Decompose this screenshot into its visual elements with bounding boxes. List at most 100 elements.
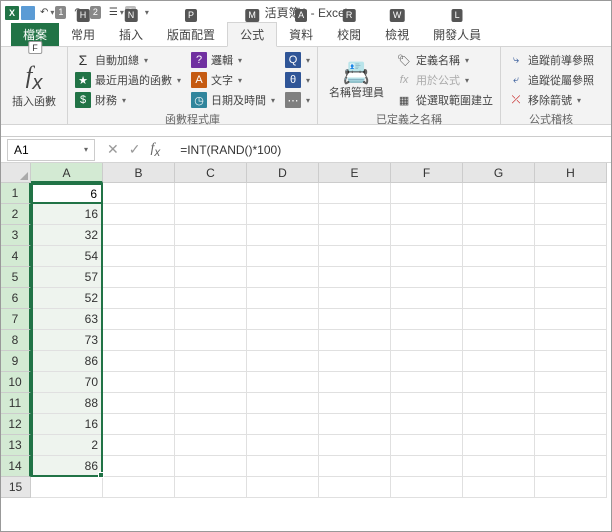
select-all-corner[interactable] xyxy=(1,163,31,183)
cell[interactable]: 88 xyxy=(31,393,103,414)
cell[interactable] xyxy=(247,204,319,225)
cell[interactable] xyxy=(319,204,391,225)
cell[interactable]: 86 xyxy=(31,456,103,477)
cell[interactable] xyxy=(463,330,535,351)
cell[interactable] xyxy=(175,330,247,351)
cell[interactable]: 16 xyxy=(31,414,103,435)
row-header-15[interactable]: 15 xyxy=(1,477,31,498)
cell[interactable] xyxy=(175,183,247,204)
cell[interactable] xyxy=(535,267,607,288)
cell[interactable] xyxy=(175,435,247,456)
cell[interactable] xyxy=(391,183,463,204)
row-header-10[interactable]: 10 xyxy=(1,372,31,393)
recent-functions-button[interactable]: ★最近用過的函數▾ xyxy=(73,70,183,90)
cell[interactable] xyxy=(247,330,319,351)
fx-icon[interactable]: fx xyxy=(150,141,166,159)
row-header-7[interactable]: 7 xyxy=(1,309,31,330)
cell[interactable] xyxy=(247,267,319,288)
define-name-button[interactable]: 🏷定義名稱▾ xyxy=(394,50,495,70)
cell[interactable] xyxy=(31,183,103,204)
row-header-4[interactable]: 4 xyxy=(1,246,31,267)
row-header-5[interactable]: 5 xyxy=(1,267,31,288)
cell[interactable] xyxy=(175,477,247,498)
cell[interactable] xyxy=(175,372,247,393)
row-header-8[interactable]: 8 xyxy=(1,330,31,351)
cell[interactable] xyxy=(391,414,463,435)
cell[interactable] xyxy=(247,183,319,204)
cell[interactable] xyxy=(319,372,391,393)
cell[interactable]: 32 xyxy=(31,225,103,246)
logical-button[interactable]: ?邏輯▾ xyxy=(189,50,277,70)
cell[interactable] xyxy=(175,456,247,477)
cell[interactable] xyxy=(319,435,391,456)
cell[interactable]: 52 xyxy=(31,288,103,309)
cell[interactable] xyxy=(319,456,391,477)
cell[interactable] xyxy=(535,351,607,372)
tab-data[interactable]: 資料A xyxy=(277,23,325,46)
tab-review[interactable]: 校閱R xyxy=(325,23,373,46)
cell[interactable]: 16 xyxy=(31,204,103,225)
cell[interactable] xyxy=(103,330,175,351)
cell[interactable]: 2 xyxy=(31,435,103,456)
cell[interactable]: 86 xyxy=(31,351,103,372)
tab-insert[interactable]: 插入N xyxy=(107,23,155,46)
cell[interactable] xyxy=(247,414,319,435)
formula-input[interactable]: =INT(RAND()*100) xyxy=(174,143,611,157)
cell[interactable] xyxy=(319,183,391,204)
cell[interactable] xyxy=(391,246,463,267)
name-manager-button[interactable]: 📇 名稱管理員 xyxy=(323,50,390,110)
enter-icon[interactable]: ✓ xyxy=(129,141,141,158)
cell[interactable] xyxy=(319,246,391,267)
cell[interactable] xyxy=(391,393,463,414)
col-header-E[interactable]: E xyxy=(319,163,391,183)
col-header-H[interactable]: H xyxy=(535,163,607,183)
cell[interactable] xyxy=(391,225,463,246)
col-header-F[interactable]: F xyxy=(391,163,463,183)
cell[interactable] xyxy=(175,267,247,288)
save-icon[interactable] xyxy=(21,6,35,20)
tab-formulas[interactable]: 公式M xyxy=(227,22,277,47)
cell[interactable]: 57 xyxy=(31,267,103,288)
cell[interactable] xyxy=(463,372,535,393)
row-header-11[interactable]: 11 xyxy=(1,393,31,414)
row-header-2[interactable]: 2 xyxy=(1,204,31,225)
cell[interactable] xyxy=(535,246,607,267)
cell[interactable] xyxy=(391,267,463,288)
cell[interactable] xyxy=(391,309,463,330)
cell[interactable] xyxy=(391,435,463,456)
cell[interactable] xyxy=(247,225,319,246)
cell[interactable] xyxy=(535,414,607,435)
row-header-14[interactable]: 14 xyxy=(1,456,31,477)
cell[interactable] xyxy=(535,477,607,498)
cell[interactable] xyxy=(463,456,535,477)
col-header-A[interactable]: A xyxy=(31,163,103,183)
cell[interactable] xyxy=(103,309,175,330)
cell[interactable] xyxy=(247,288,319,309)
cell[interactable] xyxy=(175,246,247,267)
cell[interactable] xyxy=(535,309,607,330)
cell[interactable] xyxy=(463,246,535,267)
insert-function-button[interactable]: fx 插入函數 xyxy=(6,50,62,121)
cell[interactable] xyxy=(103,477,175,498)
cell[interactable] xyxy=(31,477,103,498)
math-button[interactable]: θ▾ xyxy=(283,70,312,90)
cell[interactable] xyxy=(391,288,463,309)
cell[interactable] xyxy=(103,372,175,393)
cell[interactable] xyxy=(535,435,607,456)
col-header-C[interactable]: C xyxy=(175,163,247,183)
row-header-12[interactable]: 12 xyxy=(1,414,31,435)
cell[interactable] xyxy=(247,246,319,267)
row-header-3[interactable]: 3 xyxy=(1,225,31,246)
cell[interactable]: 54 xyxy=(31,246,103,267)
use-in-formula-button[interactable]: fx用於公式▾ xyxy=(394,70,495,90)
cell[interactable] xyxy=(247,309,319,330)
cell[interactable]: 70 xyxy=(31,372,103,393)
cells-area[interactable]: 1632545752637386708816286 6 xyxy=(31,183,607,498)
remove-arrows-button[interactable]: ⤫移除箭號▾ xyxy=(506,90,596,110)
row-header-13[interactable]: 13 xyxy=(1,435,31,456)
cell[interactable] xyxy=(463,267,535,288)
cell[interactable] xyxy=(535,288,607,309)
cell[interactable] xyxy=(463,225,535,246)
cell[interactable] xyxy=(463,288,535,309)
lookup-button[interactable]: Q▾ xyxy=(283,50,312,70)
